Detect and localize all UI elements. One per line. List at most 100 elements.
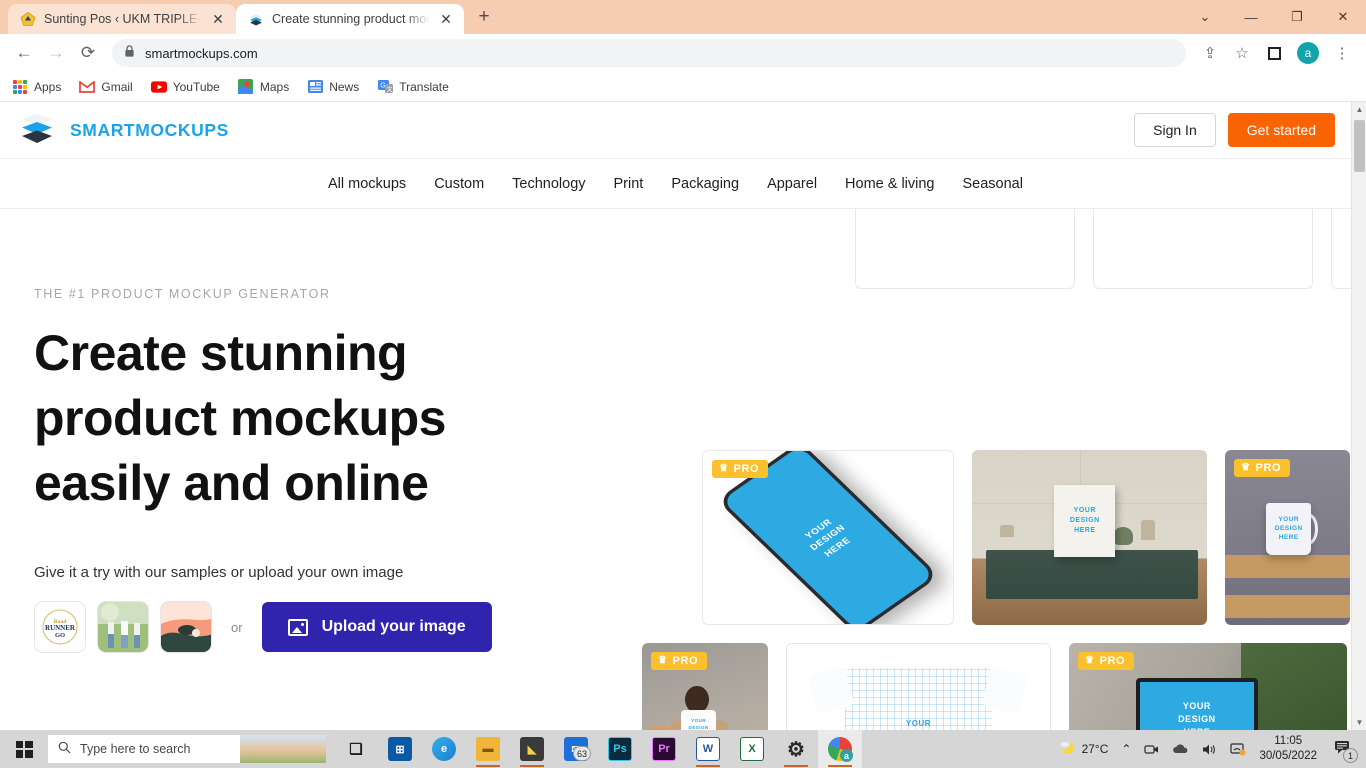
taskbar-item-microsoft-excel[interactable]: X xyxy=(730,730,774,768)
tshirt-flat-mockup-image: YOUR DESIGN HERE xyxy=(787,644,1050,730)
browser-tab-1[interactable]: Sunting Pos ‹ UKM TRIPLE-C — W ✕ xyxy=(8,4,236,34)
taskbar-item-microsoft-store[interactable]: ⊞ xyxy=(378,730,422,768)
address-bar[interactable]: smartmockups.com xyxy=(112,39,1186,67)
bookmark-youtube[interactable]: YouTube xyxy=(150,79,220,95)
chevron-down-icon[interactable]: ⌄ xyxy=(1182,0,1228,34)
windows-start-icon[interactable] xyxy=(0,730,48,768)
notification-count: 1 xyxy=(1343,748,1358,763)
pro-badge: ♛ PRO xyxy=(712,460,769,478)
show-hidden-icons-chevron[interactable]: ⌃ xyxy=(1121,742,1131,756)
site-nav: All mockups Custom Technology Print Pack… xyxy=(0,159,1351,209)
mockup-card-partial-2[interactable] xyxy=(1093,209,1313,289)
nav-item-packaging[interactable]: Packaging xyxy=(671,176,739,192)
mockup-card-tshirt-person[interactable]: ♛ PRO YOUR DESIGN xyxy=(642,643,768,730)
taskbar-search-input[interactable]: Type here to search xyxy=(48,735,326,763)
lock-icon xyxy=(124,45,135,61)
onedrive-icon[interactable] xyxy=(1172,743,1189,755)
sample-thumb-friends-photo[interactable] xyxy=(97,601,149,653)
weather-widget[interactable]: 27°C xyxy=(1059,739,1108,759)
sample-thumb-abstract-art[interactable] xyxy=(160,601,212,653)
pro-badge: ♛ PRO xyxy=(1234,459,1291,477)
taskbar-item-google-chrome[interactable]: a xyxy=(818,730,862,768)
bookmark-news[interactable]: News xyxy=(307,79,359,95)
sticky-notes-icon: ◣ xyxy=(520,737,544,761)
maps-icon xyxy=(238,79,254,95)
bookmark-youtube-label: YouTube xyxy=(172,79,220,94)
bookmark-apps[interactable]: Apps xyxy=(12,79,61,95)
nav-item-seasonal[interactable]: Seasonal xyxy=(963,176,1023,192)
bookmarks-bar: Apps Gmail YouTube Maps News G 文 Transla… xyxy=(0,72,1366,102)
taskbar-item-mail[interactable]: ✉ 63 xyxy=(554,730,598,768)
taskbar-item-microsoft-edge[interactable]: e xyxy=(422,730,466,768)
page-scrollbar[interactable]: ▲ ▼ xyxy=(1351,102,1366,730)
scrollbar-thumb[interactable] xyxy=(1354,120,1365,172)
nav-item-technology[interactable]: Technology xyxy=(512,176,585,192)
browser-menu-icon[interactable]: ⋮ xyxy=(1328,39,1356,67)
apps-grid-icon xyxy=(12,79,28,95)
sign-in-button[interactable]: Sign In xyxy=(1134,113,1216,147)
new-tab-button[interactable]: + xyxy=(470,4,498,32)
taskbar-clock[interactable]: 11:05 30/05/2022 xyxy=(1259,734,1317,764)
volume-icon[interactable] xyxy=(1202,743,1217,756)
nav-item-home-living[interactable]: Home & living xyxy=(845,176,934,192)
nav-item-custom[interactable]: Custom xyxy=(434,176,484,192)
bookmark-gmail[interactable]: Gmail xyxy=(79,79,133,95)
nav-item-apparel[interactable]: Apparel xyxy=(767,176,817,192)
site-logo[interactable]: SMARTMOCKUPS xyxy=(18,113,229,147)
upload-your-image-button[interactable]: Upload your image xyxy=(261,602,492,652)
scroll-down-icon[interactable]: ▼ xyxy=(1352,715,1366,730)
taskbar-item-sticky-notes[interactable]: ◣ xyxy=(510,730,554,768)
mockup-card-tshirt-flat[interactable]: YOUR DESIGN HERE xyxy=(786,643,1051,730)
pro-badge-label: PRO xyxy=(733,463,760,475)
microsoft-edge-icon: e xyxy=(432,737,456,761)
taskbar-item-file-explorer[interactable]: ▬ xyxy=(466,730,510,768)
translate-icon: G文 xyxy=(377,79,393,95)
taskbar-item-task-view[interactable]: ❏ xyxy=(334,730,378,768)
task-view-icon: ❏ xyxy=(349,741,363,758)
taskbar-item-premiere-pro[interactable]: Pr xyxy=(642,730,686,768)
browser-tab-2[interactable]: Create stunning product mockup ✕ xyxy=(236,4,464,34)
close-icon[interactable]: ✕ xyxy=(438,11,454,27)
profile-avatar[interactable]: a xyxy=(1297,42,1319,64)
side-panel-icon[interactable] xyxy=(1260,39,1288,67)
bookmark-maps[interactable]: Maps xyxy=(238,79,289,95)
address-bar-url: smartmockups.com xyxy=(145,45,258,61)
back-button[interactable]: ← xyxy=(10,39,38,67)
mockup-card-laptop[interactable]: ♛ PRO YOUR DESIGN HERE xyxy=(1069,643,1347,730)
mockup-card-mug[interactable]: ♛ PRO YOUR DESIGN HERE xyxy=(1225,450,1350,625)
nav-item-all-mockups[interactable]: All mockups xyxy=(328,176,406,192)
taskbar-item-microsoft-word[interactable]: W xyxy=(686,730,730,768)
sample-thumb-road-runner-go[interactable]: Road RUNNER GO xyxy=(34,601,86,653)
mockup-card-poster-room[interactable]: YOUR DESIGN HERE xyxy=(972,450,1207,625)
taskbar-item-photoshop[interactable]: Ps xyxy=(598,730,642,768)
maximize-button[interactable]: ❐ xyxy=(1274,0,1320,34)
camera-icon[interactable] xyxy=(1144,743,1159,756)
browser-toolbar: ← → ⟳ smartmockups.com ⇪ ☆ a ⋮ xyxy=(0,34,1366,72)
close-window-button[interactable]: ✕ xyxy=(1320,0,1366,34)
forward-button[interactable]: → xyxy=(42,39,70,67)
mockup-card-partial-1[interactable] xyxy=(855,209,1075,289)
or-separator-label: or xyxy=(231,619,243,635)
gallery-row-1: ♛ PRO YOUR DESIGN HERE YOUR DESIGN HERE … xyxy=(702,450,1350,625)
share-icon[interactable]: ⇪ xyxy=(1196,39,1224,67)
notification-center-button[interactable]: 1 xyxy=(1330,738,1358,763)
nav-item-print[interactable]: Print xyxy=(614,176,644,192)
window-controls: ⌄ — ❐ ✕ xyxy=(1182,0,1366,34)
taskbar-app-icons: ❏ ⊞ e ▬ ◣ ✉ 63 Ps Pr W X xyxy=(334,730,862,768)
bookmark-translate[interactable]: G文 Translate xyxy=(377,79,449,95)
clock-time: 11:05 xyxy=(1274,735,1303,747)
crown-icon: ♛ xyxy=(719,463,729,474)
scroll-up-icon[interactable]: ▲ xyxy=(1352,102,1366,117)
close-icon[interactable]: ✕ xyxy=(210,11,226,27)
taskbar-item-settings[interactable]: ⚙ xyxy=(774,730,818,768)
running-indicator xyxy=(784,764,808,767)
reload-button[interactable]: ⟳ xyxy=(74,39,102,67)
bookmark-star-icon[interactable]: ☆ xyxy=(1228,39,1256,67)
mockup-card-phone[interactable]: ♛ PRO YOUR DESIGN HERE xyxy=(702,450,954,625)
crown-icon: ♛ xyxy=(658,655,668,666)
network-icon[interactable] xyxy=(1230,742,1246,756)
crown-icon: ♛ xyxy=(1241,462,1251,473)
taskbar-search-placeholder: Type here to search xyxy=(80,742,191,756)
minimize-button[interactable]: — xyxy=(1228,0,1274,34)
get-started-button[interactable]: Get started xyxy=(1227,113,1335,147)
